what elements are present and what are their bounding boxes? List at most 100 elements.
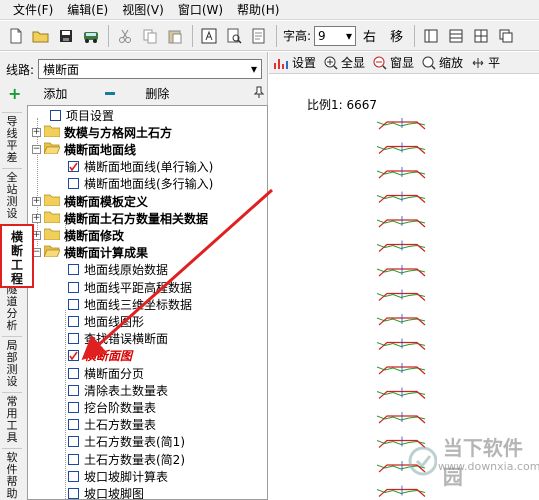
tree-node[interactable]: + 数模与方格网土石方 xyxy=(32,124,172,140)
checkbox-icon[interactable] xyxy=(68,281,79,293)
tree-node[interactable]: 横断面图 xyxy=(68,348,132,364)
cut-icon[interactable] xyxy=(113,24,137,48)
tree-node[interactable]: + 横断面土石方数量相关数据 xyxy=(32,210,208,226)
tree-node[interactable]: 横断面分页 xyxy=(68,365,144,381)
cross-section xyxy=(376,191,426,203)
tab-cross-section[interactable]: 横断工程 xyxy=(0,224,34,288)
folder-icon xyxy=(43,194,64,209)
export-doc-icon[interactable] xyxy=(247,24,271,48)
tree-node[interactable]: 横断面地面线(单行输入) xyxy=(68,159,213,175)
tree-node[interactable]: 坡口坡脚图 xyxy=(68,485,144,499)
checkbox-icon[interactable] xyxy=(68,487,79,499)
add-button[interactable]: + 添加 xyxy=(8,84,67,103)
tree-node[interactable]: 坡口坡脚计算表 xyxy=(68,468,168,484)
tile-vertical-icon[interactable] xyxy=(444,24,468,48)
tree-node-label: 坡口坡脚计算表 xyxy=(84,469,169,484)
tree-node[interactable]: 横断面地面线(多行输入) xyxy=(68,176,213,192)
tree-node[interactable]: 挖台阶数量表 xyxy=(68,399,156,415)
checkbox-icon[interactable] xyxy=(68,384,79,396)
open-folder-icon[interactable] xyxy=(29,24,53,48)
chevron-down-icon: ▾ xyxy=(250,62,257,76)
tree-node-label: 横断面土石方数量相关数据 xyxy=(64,211,209,226)
tree-node[interactable]: − 横断面地面线 xyxy=(32,141,136,157)
collapse-icon[interactable]: − xyxy=(32,144,41,154)
watermark-logo-icon xyxy=(408,446,437,476)
folder-icon xyxy=(43,125,64,140)
checkbox-icon[interactable] xyxy=(68,350,79,362)
window-layout-icon[interactable] xyxy=(419,24,443,48)
tree-node[interactable]: + 横断面修改 xyxy=(32,227,124,243)
menu-edit[interactable]: 编辑(E) xyxy=(60,0,115,20)
checkbox-icon[interactable] xyxy=(68,315,79,327)
checkbox-icon[interactable] xyxy=(68,401,79,413)
tree-node-label: 土石方数量表(简1) xyxy=(84,435,185,450)
menu-help[interactable]: 帮助(H) xyxy=(230,0,286,20)
cascade-icon[interactable] xyxy=(494,24,518,48)
tree-node[interactable]: 土石方数量表 xyxy=(68,417,156,433)
tab-total-station[interactable]: 全站测设 xyxy=(2,168,22,220)
tree-node-label: 项目设置 xyxy=(66,108,115,123)
tree-node[interactable]: 地面线图形 xyxy=(68,313,144,329)
tree-node[interactable]: 清除表土数量表 xyxy=(68,382,168,398)
tree-node[interactable]: + 横断面模板定义 xyxy=(32,193,148,209)
tree-node[interactable]: 地面线原始数据 xyxy=(68,262,168,278)
tab-local-setting[interactable]: 局部测设 xyxy=(2,336,22,388)
new-file-icon[interactable] xyxy=(4,24,28,48)
tree-node-label: 横断面图 xyxy=(84,349,133,364)
delete-button[interactable]: 删除 xyxy=(105,85,169,102)
toolbar-right-label[interactable]: 右 xyxy=(363,26,376,45)
tree-node-label: 土石方数量表 xyxy=(84,418,157,433)
tree-node[interactable]: 土石方数量表(简2) xyxy=(68,451,185,467)
tab-common-tools[interactable]: 常用工具 xyxy=(2,392,22,444)
checkbox-icon[interactable] xyxy=(68,298,79,310)
tree-node-label: 横断面分页 xyxy=(84,366,145,381)
folder-icon xyxy=(43,211,64,226)
pin-icon[interactable] xyxy=(253,86,265,101)
add-label: 添加 xyxy=(43,86,68,101)
text-icon[interactable] xyxy=(197,24,221,48)
route-select[interactable]: 横断面 ▾ xyxy=(38,59,262,79)
tree-node-label: 地面线平距高程数据 xyxy=(84,280,193,295)
font-height-select[interactable]: 9 ▾ xyxy=(314,25,357,46)
cross-section xyxy=(376,142,426,154)
checkbox-icon[interactable] xyxy=(68,470,79,482)
cross-section xyxy=(376,167,426,179)
checkbox-icon[interactable] xyxy=(68,178,79,190)
expand-icon[interactable]: + xyxy=(32,196,41,206)
tree-node[interactable]: 项目设置 xyxy=(50,107,114,123)
paste-icon[interactable] xyxy=(163,24,187,48)
tab-software-help[interactable]: 软件帮助 xyxy=(2,448,22,500)
tree-node[interactable]: 地面线平距高程数据 xyxy=(68,279,192,295)
tree-node[interactable]: 土石方数量表(简1) xyxy=(68,434,185,450)
checkbox-icon[interactable] xyxy=(68,453,79,465)
checkbox-icon[interactable] xyxy=(68,367,79,379)
expand-icon[interactable]: + xyxy=(32,213,41,223)
car-icon[interactable] xyxy=(79,24,103,48)
checkbox-icon[interactable] xyxy=(68,419,79,431)
preview-icon[interactable] xyxy=(222,24,246,48)
menu-file[interactable]: 文件(F) xyxy=(6,0,60,20)
toolbar-separator xyxy=(414,24,416,47)
menu-window[interactable]: 窗口(W) xyxy=(171,0,230,20)
expand-icon[interactable]: + xyxy=(32,127,41,137)
tree-node-label: 地面线三维坐标数据 xyxy=(84,297,193,312)
tree-node[interactable]: 地面线三维坐标数据 xyxy=(68,296,192,312)
tab-traverse-adjust[interactable]: 导线平差 xyxy=(2,112,22,164)
checkbox-icon[interactable] xyxy=(68,436,79,448)
function-tree: 项目设置 + 数模与方格网土石方 − 横断面地面线横断面地面线(单行输入) 横断面地面线(… xyxy=(27,105,268,500)
tree-node[interactable]: 查找错误横断面 xyxy=(68,331,168,347)
save-icon[interactable] xyxy=(54,24,78,48)
toolbar-separator xyxy=(108,24,109,47)
cross-section xyxy=(376,216,426,228)
checkbox-icon[interactable] xyxy=(68,264,79,276)
tree-node[interactable]: − 横断面计算成果 xyxy=(32,245,148,261)
menu-view[interactable]: 视图(V) xyxy=(115,0,171,20)
checkbox-icon[interactable] xyxy=(50,109,61,121)
checkbox-icon[interactable] xyxy=(68,333,79,345)
tree-node-label: 数模与方格网土石方 xyxy=(64,125,173,140)
copy-icon[interactable] xyxy=(138,24,162,48)
checkbox-icon[interactable] xyxy=(68,161,79,173)
main-toolbar: 字高: 9 ▾ 右 移 xyxy=(0,21,539,51)
toolbar-move-label[interactable]: 移 xyxy=(390,26,403,45)
tile-grid-icon[interactable] xyxy=(469,24,493,48)
